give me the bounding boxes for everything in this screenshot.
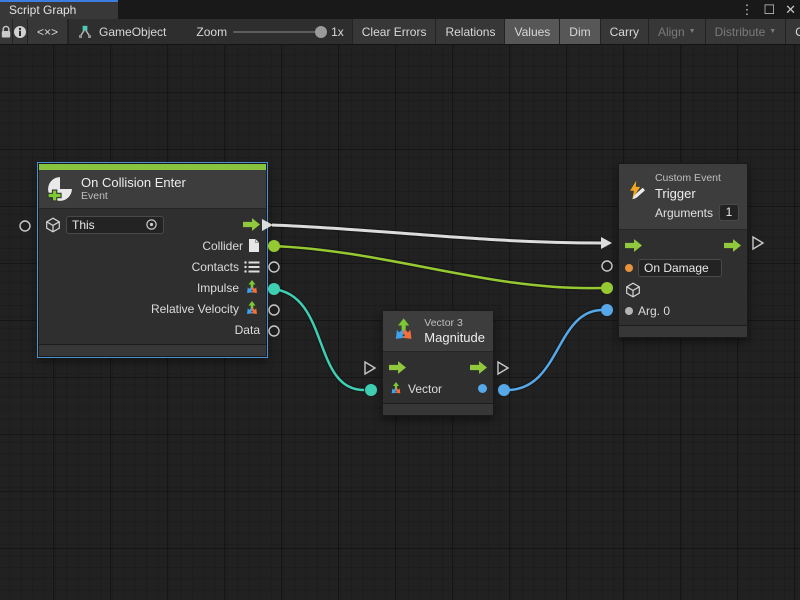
node-title: On Collision Enter bbox=[81, 175, 186, 190]
node-category: Custom Event bbox=[655, 172, 739, 185]
flow-arrow-icon bbox=[389, 361, 406, 374]
vector3-icon bbox=[244, 301, 260, 317]
gameobject-label: GameObject bbox=[99, 25, 166, 39]
zoom-control: Zoom 1x bbox=[188, 19, 351, 44]
code-view-button[interactable]: <×> bbox=[28, 19, 68, 44]
port-flow-output[interactable] bbox=[498, 362, 508, 374]
list-icon bbox=[244, 261, 260, 273]
port-label-vector: Vector bbox=[408, 382, 442, 396]
port-label-collider: Collider bbox=[202, 239, 243, 253]
carry-button[interactable]: Carry bbox=[601, 19, 649, 44]
graph-icon bbox=[77, 25, 93, 39]
vector3-icon bbox=[244, 280, 260, 296]
close-icon[interactable]: ✕ bbox=[785, 2, 796, 18]
port-label-contacts: Contacts bbox=[192, 260, 239, 274]
port-flow-input[interactable] bbox=[601, 237, 612, 249]
zoom-slider[interactable] bbox=[233, 31, 325, 33]
flow-arrow-icon bbox=[625, 239, 642, 252]
arguments-label: Arguments bbox=[655, 206, 713, 220]
port-data-output[interactable] bbox=[269, 326, 279, 336]
object-port-dot bbox=[625, 307, 633, 315]
zoom-value: 1x bbox=[331, 25, 344, 39]
distribute-button[interactable]: Distribute ▼ bbox=[706, 19, 787, 44]
flow-arrow-icon bbox=[470, 361, 487, 374]
event-name-value: On Damage bbox=[644, 261, 709, 275]
flow-arrow-icon bbox=[243, 218, 260, 231]
chevron-down-icon: ▼ bbox=[769, 28, 776, 35]
port-flow-output[interactable] bbox=[753, 237, 763, 249]
port-contacts-output[interactable] bbox=[269, 262, 279, 272]
vector3-icon bbox=[389, 382, 403, 396]
maximize-icon[interactable]: ☐ bbox=[763, 2, 775, 18]
custom-event-icon bbox=[627, 176, 647, 204]
arguments-field[interactable]: 1 bbox=[719, 204, 739, 221]
wire-flow bbox=[272, 225, 601, 243]
chevron-down-icon: ▼ bbox=[689, 28, 696, 35]
node-on-collision-enter[interactable]: On Collision Enter Event This bbox=[38, 163, 267, 357]
info-button[interactable] bbox=[13, 19, 28, 44]
lock-icon bbox=[0, 25, 12, 39]
values-button[interactable]: Values bbox=[505, 19, 560, 44]
title-bar: Script Graph ⋮ ☐ ✕ bbox=[0, 0, 800, 19]
dim-button[interactable]: Dim bbox=[560, 19, 600, 44]
zoom-slider-handle[interactable] bbox=[315, 26, 327, 38]
wire-collider-to-target bbox=[273, 246, 601, 288]
node-trigger-custom-event[interactable]: Custom Event Trigger Arguments 1 bbox=[618, 163, 748, 338]
relations-button[interactable]: Relations bbox=[436, 19, 505, 44]
node-vector3-magnitude[interactable]: Vector 3 Magnitude bbox=[382, 310, 494, 416]
overview-button[interactable]: Overv bbox=[786, 19, 800, 44]
document-icon bbox=[248, 238, 260, 253]
node-footer bbox=[383, 403, 493, 415]
lock-button[interactable] bbox=[0, 19, 13, 44]
tab-script-graph[interactable]: Script Graph bbox=[0, 0, 118, 19]
port-label-impulse: Impulse bbox=[197, 281, 239, 295]
port-magnitude-output[interactable] bbox=[498, 384, 510, 396]
align-button[interactable]: Align ▼ bbox=[649, 19, 706, 44]
graph-toolbar: <×> GameObject Zoom 1x Clear Errors Rela… bbox=[0, 19, 800, 45]
wire-impulse-to-vector bbox=[273, 289, 364, 390]
flow-arrow-icon bbox=[724, 239, 741, 252]
string-port-dot bbox=[625, 264, 633, 272]
node-footer bbox=[619, 325, 747, 337]
port-impulse-output[interactable] bbox=[268, 283, 280, 295]
node-footer bbox=[39, 344, 266, 356]
port-event-name-input[interactable] bbox=[602, 261, 612, 271]
port-target-input[interactable] bbox=[601, 282, 613, 294]
vector3-icon bbox=[391, 318, 416, 344]
node-subtitle: Magnitude bbox=[424, 330, 485, 345]
distribute-label: Distribute bbox=[715, 25, 766, 39]
cube-icon bbox=[45, 217, 61, 233]
info-icon bbox=[13, 25, 27, 39]
float-port-dot bbox=[478, 384, 487, 393]
clear-errors-button[interactable]: Clear Errors bbox=[353, 19, 437, 44]
port-flow-input[interactable] bbox=[365, 362, 375, 374]
event-name-field[interactable]: On Damage bbox=[638, 259, 722, 277]
event-icon bbox=[47, 176, 73, 202]
target-field-value: This bbox=[72, 218, 140, 232]
node-subtitle: Event bbox=[81, 190, 186, 203]
port-label-arg0: Arg. 0 bbox=[638, 304, 670, 318]
object-picker-icon[interactable] bbox=[145, 218, 158, 231]
align-label: Align bbox=[658, 25, 685, 39]
wire-magnitude-to-arg0 bbox=[509, 310, 601, 390]
port-label-data: Data bbox=[235, 323, 260, 337]
script-graph-window: Script Graph ⋮ ☐ ✕ <×> bbox=[0, 0, 800, 600]
node-title: Trigger bbox=[655, 186, 739, 201]
window-menu-icon[interactable]: ⋮ bbox=[740, 2, 753, 18]
cube-icon bbox=[625, 282, 641, 298]
port-collider-output[interactable] bbox=[268, 240, 280, 252]
node-title: Vector 3 bbox=[424, 317, 485, 330]
target-field[interactable]: This bbox=[66, 216, 164, 234]
graph-canvas[interactable]: On Collision Enter Event This bbox=[0, 45, 800, 600]
zoom-label: Zoom bbox=[196, 25, 227, 39]
graph-pointer[interactable]: GameObject bbox=[69, 19, 174, 44]
port-target-input[interactable] bbox=[20, 221, 30, 231]
port-arg0-input[interactable] bbox=[601, 304, 613, 316]
port-label-relative-velocity: Relative Velocity bbox=[151, 302, 239, 316]
port-relative-velocity-output[interactable] bbox=[269, 305, 279, 315]
port-vector-input[interactable] bbox=[365, 384, 377, 396]
